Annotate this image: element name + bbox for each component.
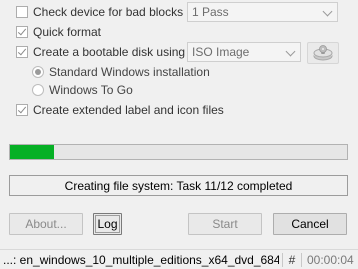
bad-blocks-label: Check device for bad blocks xyxy=(33,5,184,19)
status-bar-divider xyxy=(301,252,302,267)
standard-windows-radio[interactable] xyxy=(32,66,44,78)
extended-label-label: Create extended label and icon files xyxy=(33,103,224,117)
rufus-window: Check device for bad blocks 1 Pass Quick… xyxy=(0,0,358,269)
status-text: Creating file system: Task 11/12 complet… xyxy=(64,178,293,193)
extended-label-option[interactable]: Create extended label and icon files xyxy=(16,100,224,120)
start-button[interactable]: Start xyxy=(188,213,262,235)
about-button[interactable]: About... xyxy=(9,213,83,235)
select-image-button[interactable] xyxy=(307,42,339,64)
windows-to-go-label: Windows To Go xyxy=(49,83,133,97)
bootable-option[interactable]: Create a bootable disk using xyxy=(16,42,185,62)
quick-format-checkbox[interactable] xyxy=(16,26,28,38)
start-button-label: Start xyxy=(212,217,238,231)
bad-blocks-passes-select[interactable]: 1 Pass xyxy=(187,2,338,22)
status-text-box: Creating file system: Task 11/12 complet… xyxy=(9,175,348,196)
log-button[interactable]: Log xyxy=(93,213,122,235)
optical-disk-icon xyxy=(313,45,333,61)
boot-source-value: ISO Image xyxy=(192,45,250,59)
elapsed-time: 00:00:04 xyxy=(307,252,354,267)
windows-to-go-option[interactable]: Windows To Go xyxy=(32,80,133,100)
standard-windows-option[interactable]: Standard Windows installation xyxy=(32,62,210,82)
cancel-button-label: Cancel xyxy=(291,217,329,231)
quick-format-label: Quick format xyxy=(33,25,102,39)
standard-windows-label: Standard Windows installation xyxy=(49,65,210,79)
bad-blocks-passes-value: 1 Pass xyxy=(192,5,229,19)
about-button-label: About... xyxy=(25,217,67,231)
progress-bar xyxy=(9,144,348,160)
chevron-down-icon xyxy=(285,46,296,57)
bad-blocks-option[interactable]: Check device for bad blocks xyxy=(16,2,183,22)
log-button-label: Log xyxy=(97,217,118,231)
progress-fill xyxy=(10,145,54,159)
windows-to-go-radio[interactable] xyxy=(32,84,44,96)
status-bar: ...: en_windows_10_multiple_editions_x64… xyxy=(0,249,358,269)
status-bar-divider xyxy=(282,252,283,267)
bootable-label: Create a bootable disk using xyxy=(33,45,186,59)
cancel-button[interactable]: Cancel xyxy=(273,213,347,235)
boot-source-select[interactable]: ISO Image xyxy=(187,42,301,62)
bad-blocks-checkbox[interactable] xyxy=(16,6,28,18)
status-bar-file: ...: en_windows_10_multiple_editions_x64… xyxy=(3,252,279,267)
extended-label-checkbox[interactable] xyxy=(16,104,28,116)
hash-button[interactable]: # xyxy=(286,253,298,267)
quick-format-option[interactable]: Quick format xyxy=(16,22,101,42)
chevron-down-icon xyxy=(322,6,333,17)
bootable-checkbox[interactable] xyxy=(16,46,28,58)
